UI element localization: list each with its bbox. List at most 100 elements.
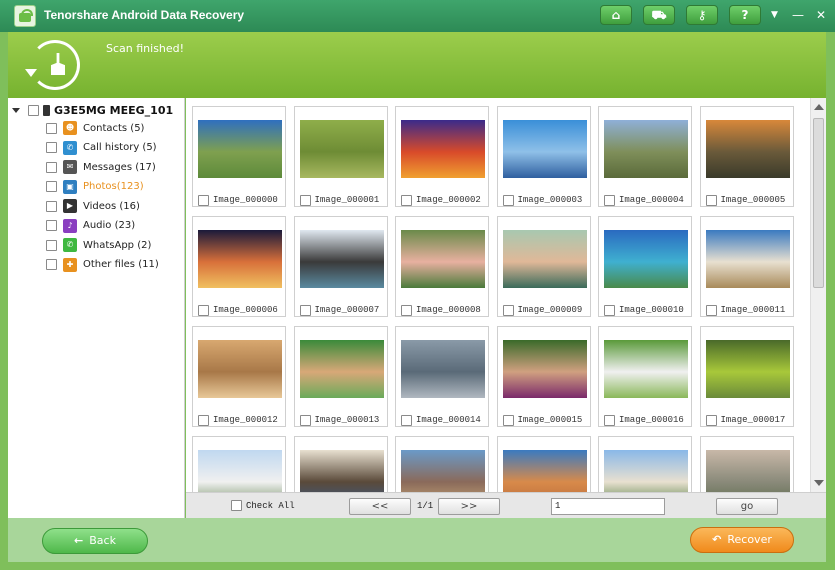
photo-tile[interactable]: Image_000009: [496, 216, 591, 317]
photo-tile[interactable]: Image_000000: [192, 106, 286, 207]
tree-item-whatsapp[interactable]: ✆ WhatsApp (2): [46, 236, 151, 254]
photo-checkbox[interactable]: [604, 415, 615, 426]
photo-thumbnail[interactable]: [299, 340, 384, 398]
photo-tile[interactable]: Image_000023: [699, 436, 794, 492]
photo-checkbox[interactable]: [502, 415, 514, 426]
tree-item-message[interactable]: ✉ Messages (17): [46, 158, 156, 176]
photo-tile[interactable]: Image_000005: [699, 106, 794, 207]
photo-tile[interactable]: Image_000015: [496, 326, 591, 427]
menu-dropdown-icon[interactable]: ▼: [771, 8, 778, 22]
photo-checkbox[interactable]: [299, 415, 311, 426]
check-all[interactable]: Check All: [231, 500, 295, 511]
photo-tile[interactable]: Image_000007: [293, 216, 388, 317]
photo-tile[interactable]: Image_000003: [496, 106, 591, 207]
key-button[interactable]: ⚷: [686, 5, 718, 25]
photo-thumbnail[interactable]: [705, 340, 790, 398]
photo-thumbnail[interactable]: [502, 120, 587, 178]
tree-item-checkbox[interactable]: [46, 200, 57, 212]
photo-tile[interactable]: Image_000017: [699, 326, 794, 427]
photo-thumbnail[interactable]: [401, 340, 485, 398]
photo-checkbox[interactable]: [299, 195, 311, 206]
tree-item-checkbox[interactable]: [46, 161, 57, 173]
photo-thumbnail[interactable]: [401, 450, 485, 492]
photo-checkbox[interactable]: [502, 305, 514, 316]
photo-thumbnail[interactable]: [198, 120, 282, 178]
device-checkbox[interactable]: [28, 104, 39, 116]
recover-button[interactable]: ↶ Recover: [690, 527, 794, 553]
photo-thumbnail[interactable]: [299, 120, 384, 178]
tree-item-contacts[interactable]: ☻ Contacts (5): [46, 119, 144, 137]
photo-checkbox[interactable]: [705, 305, 717, 316]
photo-tile[interactable]: Image_000014: [395, 326, 489, 427]
photo-thumbnail[interactable]: [198, 450, 282, 492]
photo-checkbox[interactable]: [299, 305, 311, 316]
tree-item-checkbox[interactable]: [46, 142, 57, 153]
photo-thumbnail[interactable]: [502, 340, 587, 398]
photo-tile[interactable]: Image_000019: [293, 436, 388, 492]
photo-tile[interactable]: Image_000018: [192, 436, 286, 492]
cart-button[interactable]: ⛟: [643, 5, 675, 25]
photo-tile[interactable]: Image_000012: [192, 326, 286, 427]
tree-item-call[interactable]: ✆ Call history (5): [46, 139, 157, 157]
tree-item-audio[interactable]: ♪ Audio (23): [46, 217, 135, 235]
photo-thumbnail[interactable]: [198, 230, 282, 288]
photo-tile[interactable]: Image_000011: [699, 216, 794, 317]
tree-item-checkbox[interactable]: [46, 259, 57, 270]
photo-thumbnail[interactable]: [604, 230, 688, 288]
scroll-down-icon[interactable]: [814, 480, 824, 486]
device-root[interactable]: G3E5MG MEEG_101: [12, 102, 173, 118]
photo-tile[interactable]: Image_000016: [598, 326, 692, 427]
photo-tile[interactable]: Image_000020: [395, 436, 489, 492]
prev-page-button[interactable]: <<: [349, 498, 411, 515]
photo-thumbnail[interactable]: [299, 230, 384, 288]
tree-item-checkbox[interactable]: [46, 220, 57, 231]
photo-thumbnail[interactable]: [502, 230, 587, 288]
tree-item-files[interactable]: ✚ Other files (11): [46, 256, 159, 274]
tree-item-photo[interactable]: ▣ Photos(123): [46, 178, 144, 196]
minimize-button[interactable]: —: [792, 8, 804, 22]
photo-thumbnail[interactable]: [705, 450, 790, 492]
photo-tile[interactable]: Image_000010: [598, 216, 692, 317]
photo-checkbox[interactable]: [604, 305, 615, 316]
photo-thumbnail[interactable]: [604, 450, 688, 492]
photo-checkbox[interactable]: [401, 305, 412, 316]
photo-tile[interactable]: Image_000002: [395, 106, 489, 207]
photo-checkbox[interactable]: [502, 195, 514, 206]
photo-thumbnail[interactable]: [198, 340, 282, 398]
photo-thumbnail[interactable]: [705, 120, 790, 178]
photo-checkbox[interactable]: [705, 415, 717, 426]
photo-thumbnail[interactable]: [401, 120, 485, 178]
expand-icon[interactable]: [12, 107, 20, 113]
grid-scrollbar[interactable]: [810, 98, 826, 492]
tree-item-checkbox[interactable]: [46, 239, 57, 251]
page-number-input[interactable]: 1: [551, 498, 665, 515]
photo-thumbnail[interactable]: [604, 120, 688, 178]
photo-tile[interactable]: Image_000006: [192, 216, 286, 317]
photo-checkbox[interactable]: [401, 415, 412, 426]
photo-checkbox[interactable]: [705, 195, 717, 206]
photo-tile[interactable]: Image_000022: [598, 436, 692, 492]
photo-tile[interactable]: Image_000004: [598, 106, 692, 207]
help-button[interactable]: ?: [729, 5, 761, 25]
scroll-thumb[interactable]: [813, 118, 824, 288]
scroll-up-icon[interactable]: [814, 104, 824, 110]
photo-checkbox[interactable]: [198, 195, 209, 206]
photo-checkbox[interactable]: [198, 305, 209, 316]
photo-thumbnail[interactable]: [502, 450, 587, 492]
go-button[interactable]: go: [716, 498, 778, 515]
tree-item-video[interactable]: ▶ Videos (16): [46, 197, 140, 215]
back-button[interactable]: ← Back: [42, 528, 148, 554]
check-all-checkbox[interactable]: [231, 500, 242, 511]
photo-checkbox[interactable]: [198, 415, 209, 426]
close-button[interactable]: ✕: [816, 8, 826, 22]
next-page-button[interactable]: >>: [438, 498, 500, 515]
photo-tile[interactable]: Image_000021: [496, 436, 591, 492]
photo-checkbox[interactable]: [401, 195, 412, 206]
photo-thumbnail[interactable]: [604, 340, 688, 398]
photo-thumbnail[interactable]: [401, 230, 485, 288]
photo-tile[interactable]: Image_000013: [293, 326, 388, 427]
tree-item-checkbox[interactable]: [46, 122, 57, 134]
photo-thumbnail[interactable]: [705, 230, 790, 288]
photo-tile[interactable]: Image_000001: [293, 106, 388, 207]
tree-item-checkbox[interactable]: [46, 181, 57, 192]
